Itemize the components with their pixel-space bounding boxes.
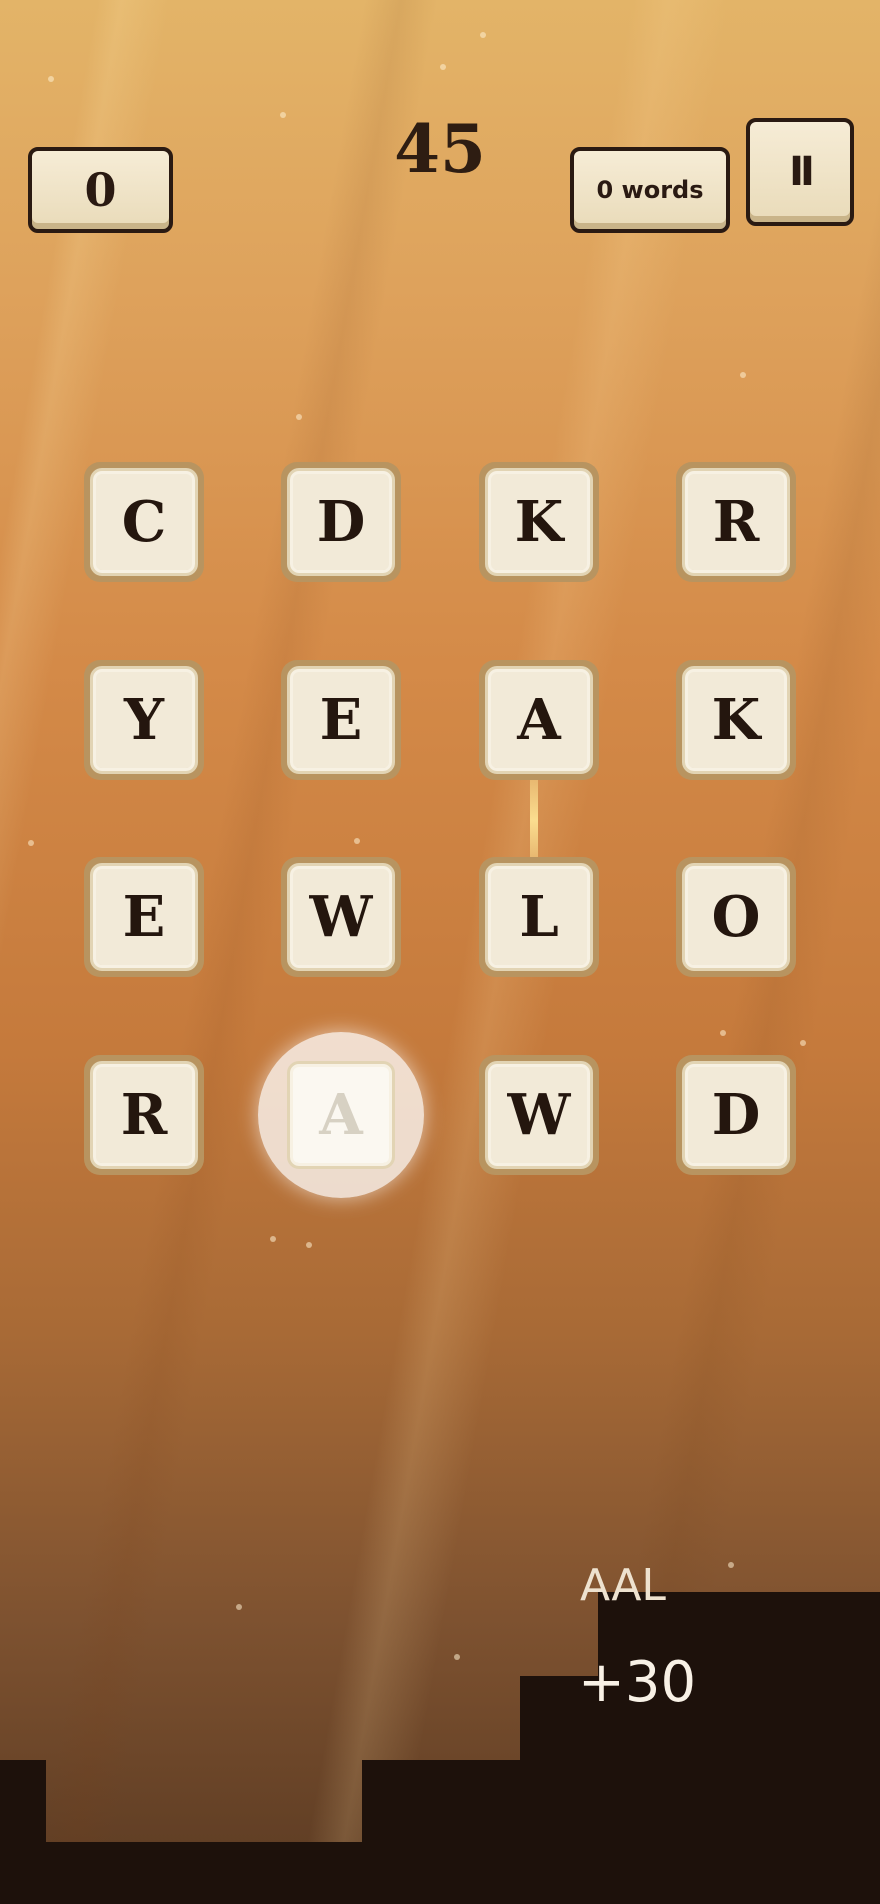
pause-icon: II <box>789 149 815 195</box>
dust-particle <box>354 838 360 844</box>
tile-letter: A <box>485 666 593 774</box>
letter-tile[interactable]: E <box>281 660 401 780</box>
dust-particle <box>280 112 286 118</box>
letter-tile[interactable]: R <box>676 462 796 582</box>
dust-particle <box>270 1236 276 1242</box>
dust-particle <box>306 1242 312 1248</box>
letter-tile[interactable]: L <box>479 857 599 977</box>
tile-letter: D <box>287 468 395 576</box>
letter-tile-selected[interactable]: A <box>281 1055 401 1175</box>
letter-tile[interactable]: D <box>281 462 401 582</box>
tile-letter: K <box>682 666 790 774</box>
score-display: 0 <box>28 147 173 233</box>
dust-particle <box>728 1562 734 1568</box>
dust-particle <box>740 372 746 378</box>
tile-letter: K <box>485 468 593 576</box>
letter-tile[interactable]: K <box>479 462 599 582</box>
tile-letter: W <box>485 1061 593 1169</box>
tile-letter: D <box>682 1061 790 1169</box>
letter-tile[interactable]: A <box>479 660 599 780</box>
letter-tile[interactable]: E <box>84 857 204 977</box>
letter-tile[interactable]: O <box>676 857 796 977</box>
tile-letter: R <box>682 468 790 576</box>
letter-tile[interactable]: W <box>479 1055 599 1175</box>
tile-letter: E <box>287 666 395 774</box>
tile-letter: O <box>682 863 790 971</box>
tile-letter: R <box>90 1061 198 1169</box>
tile-letter: L <box>485 863 593 971</box>
timer-display: 45 <box>394 110 486 188</box>
dust-particle <box>296 414 302 420</box>
dust-particle <box>28 840 34 846</box>
dust-particle <box>720 1030 726 1036</box>
tile-letter: A <box>287 1061 395 1169</box>
ground-silhouette <box>362 1760 522 1904</box>
words-counter: 0 words <box>570 147 730 233</box>
words-count-label: 0 words <box>596 176 704 204</box>
dust-particle <box>48 76 54 82</box>
letter-tile[interactable]: D <box>676 1055 796 1175</box>
letter-tile[interactable]: C <box>84 462 204 582</box>
dust-particle <box>236 1604 242 1610</box>
tile-letter: Y <box>90 666 198 774</box>
tile-letter: E <box>90 863 198 971</box>
ground-silhouette <box>598 1592 880 1904</box>
letter-tile[interactable]: Y <box>84 660 204 780</box>
letter-tile[interactable]: R <box>84 1055 204 1175</box>
letter-tile[interactable]: W <box>281 857 401 977</box>
pause-button[interactable]: II <box>746 118 854 226</box>
dust-particle <box>480 32 486 38</box>
tile-letter: W <box>287 863 395 971</box>
score-value: 0 <box>84 163 117 217</box>
tile-letter: C <box>90 468 198 576</box>
letter-tile[interactable]: K <box>676 660 796 780</box>
dust-particle <box>800 1040 806 1046</box>
found-word-label: AAL <box>580 1560 666 1611</box>
dust-particle <box>454 1654 460 1660</box>
points-popup: +30 <box>578 1650 697 1715</box>
dust-particle <box>440 64 446 70</box>
